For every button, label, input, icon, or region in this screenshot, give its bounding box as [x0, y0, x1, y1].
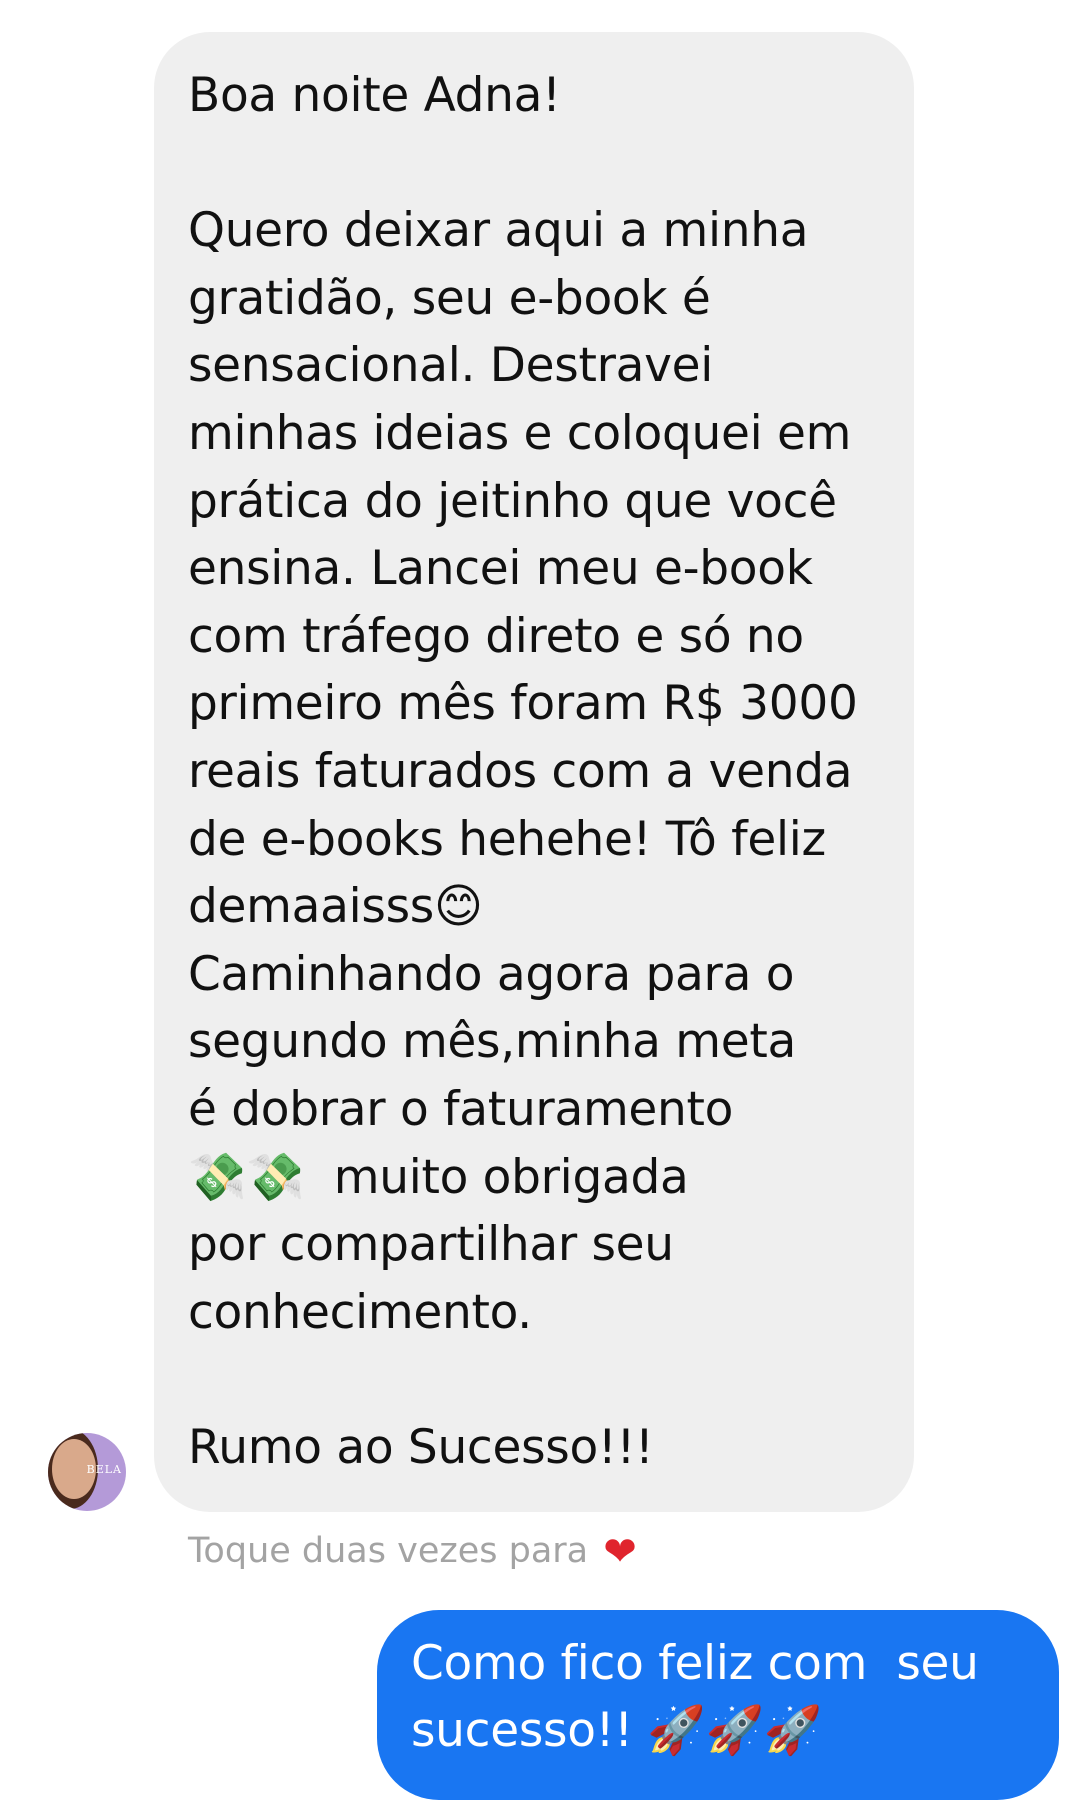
- outgoing-message-line: sucesso!! 🚀🚀🚀: [411, 1703, 823, 1758]
- incoming-message-line: segundo mês,minha meta: [188, 1014, 796, 1070]
- incoming-message-line: Boa noite Adna!: [188, 68, 561, 123]
- incoming-message-line: primeiro mês foram R$ 3000: [188, 676, 858, 732]
- incoming-message-line: reais faturados com a venda: [188, 743, 853, 799]
- incoming-message-line: 💸💸 muito obrigada: [188, 1149, 689, 1205]
- outgoing-message-text: Como fico feliz com seu sucesso!! 🚀🚀🚀: [411, 1630, 1029, 1764]
- incoming-message-line: sensacional. Destravei: [188, 338, 713, 394]
- outgoing-message-line: Como fico feliz com seu: [411, 1636, 979, 1691]
- incoming-message-line: com tráfego direto e só no: [188, 608, 804, 664]
- incoming-message-line: ensina. Lancei meu e-book: [188, 541, 813, 597]
- incoming-message-line: de e-books hehehe! Tô feliz: [188, 811, 826, 867]
- incoming-message-line: demaaisss😊: [188, 879, 483, 935]
- incoming-message-line: Quero deixar aqui a minha: [188, 203, 809, 259]
- incoming-message-line: Rumo ao Sucesso!!!: [188, 1419, 654, 1475]
- reaction-hint-text: Toque duas vezes para: [188, 1531, 589, 1571]
- incoming-message-line: prática do jeitinho que você: [188, 473, 837, 529]
- avatar-brand-text: BELA: [86, 1463, 122, 1476]
- incoming-message-line: gratidão, seu e-book é: [188, 270, 711, 326]
- incoming-message-line: Caminhando agora para o: [188, 946, 795, 1002]
- reaction-hint: Toque duas vezes para ❤: [188, 1527, 637, 1576]
- incoming-message-line: é dobrar o faturamento: [188, 1081, 734, 1137]
- sender-avatar[interactable]: BELA: [48, 1433, 126, 1511]
- outgoing-message-bubble[interactable]: Como fico feliz com seu sucesso!! 🚀🚀🚀: [377, 1610, 1059, 1800]
- incoming-message-text: Boa noite Adna! Quero deixar aqui a minh…: [188, 62, 878, 1481]
- incoming-message-line: conhecimento.: [188, 1284, 532, 1340]
- incoming-message-line: por compartilhar seu: [188, 1217, 674, 1273]
- incoming-message-line: minhas ideias e coloquei em: [188, 405, 852, 461]
- heart-icon: ❤: [603, 1529, 637, 1575]
- incoming-message-bubble[interactable]: Boa noite Adna! Quero deixar aqui a minh…: [154, 32, 914, 1512]
